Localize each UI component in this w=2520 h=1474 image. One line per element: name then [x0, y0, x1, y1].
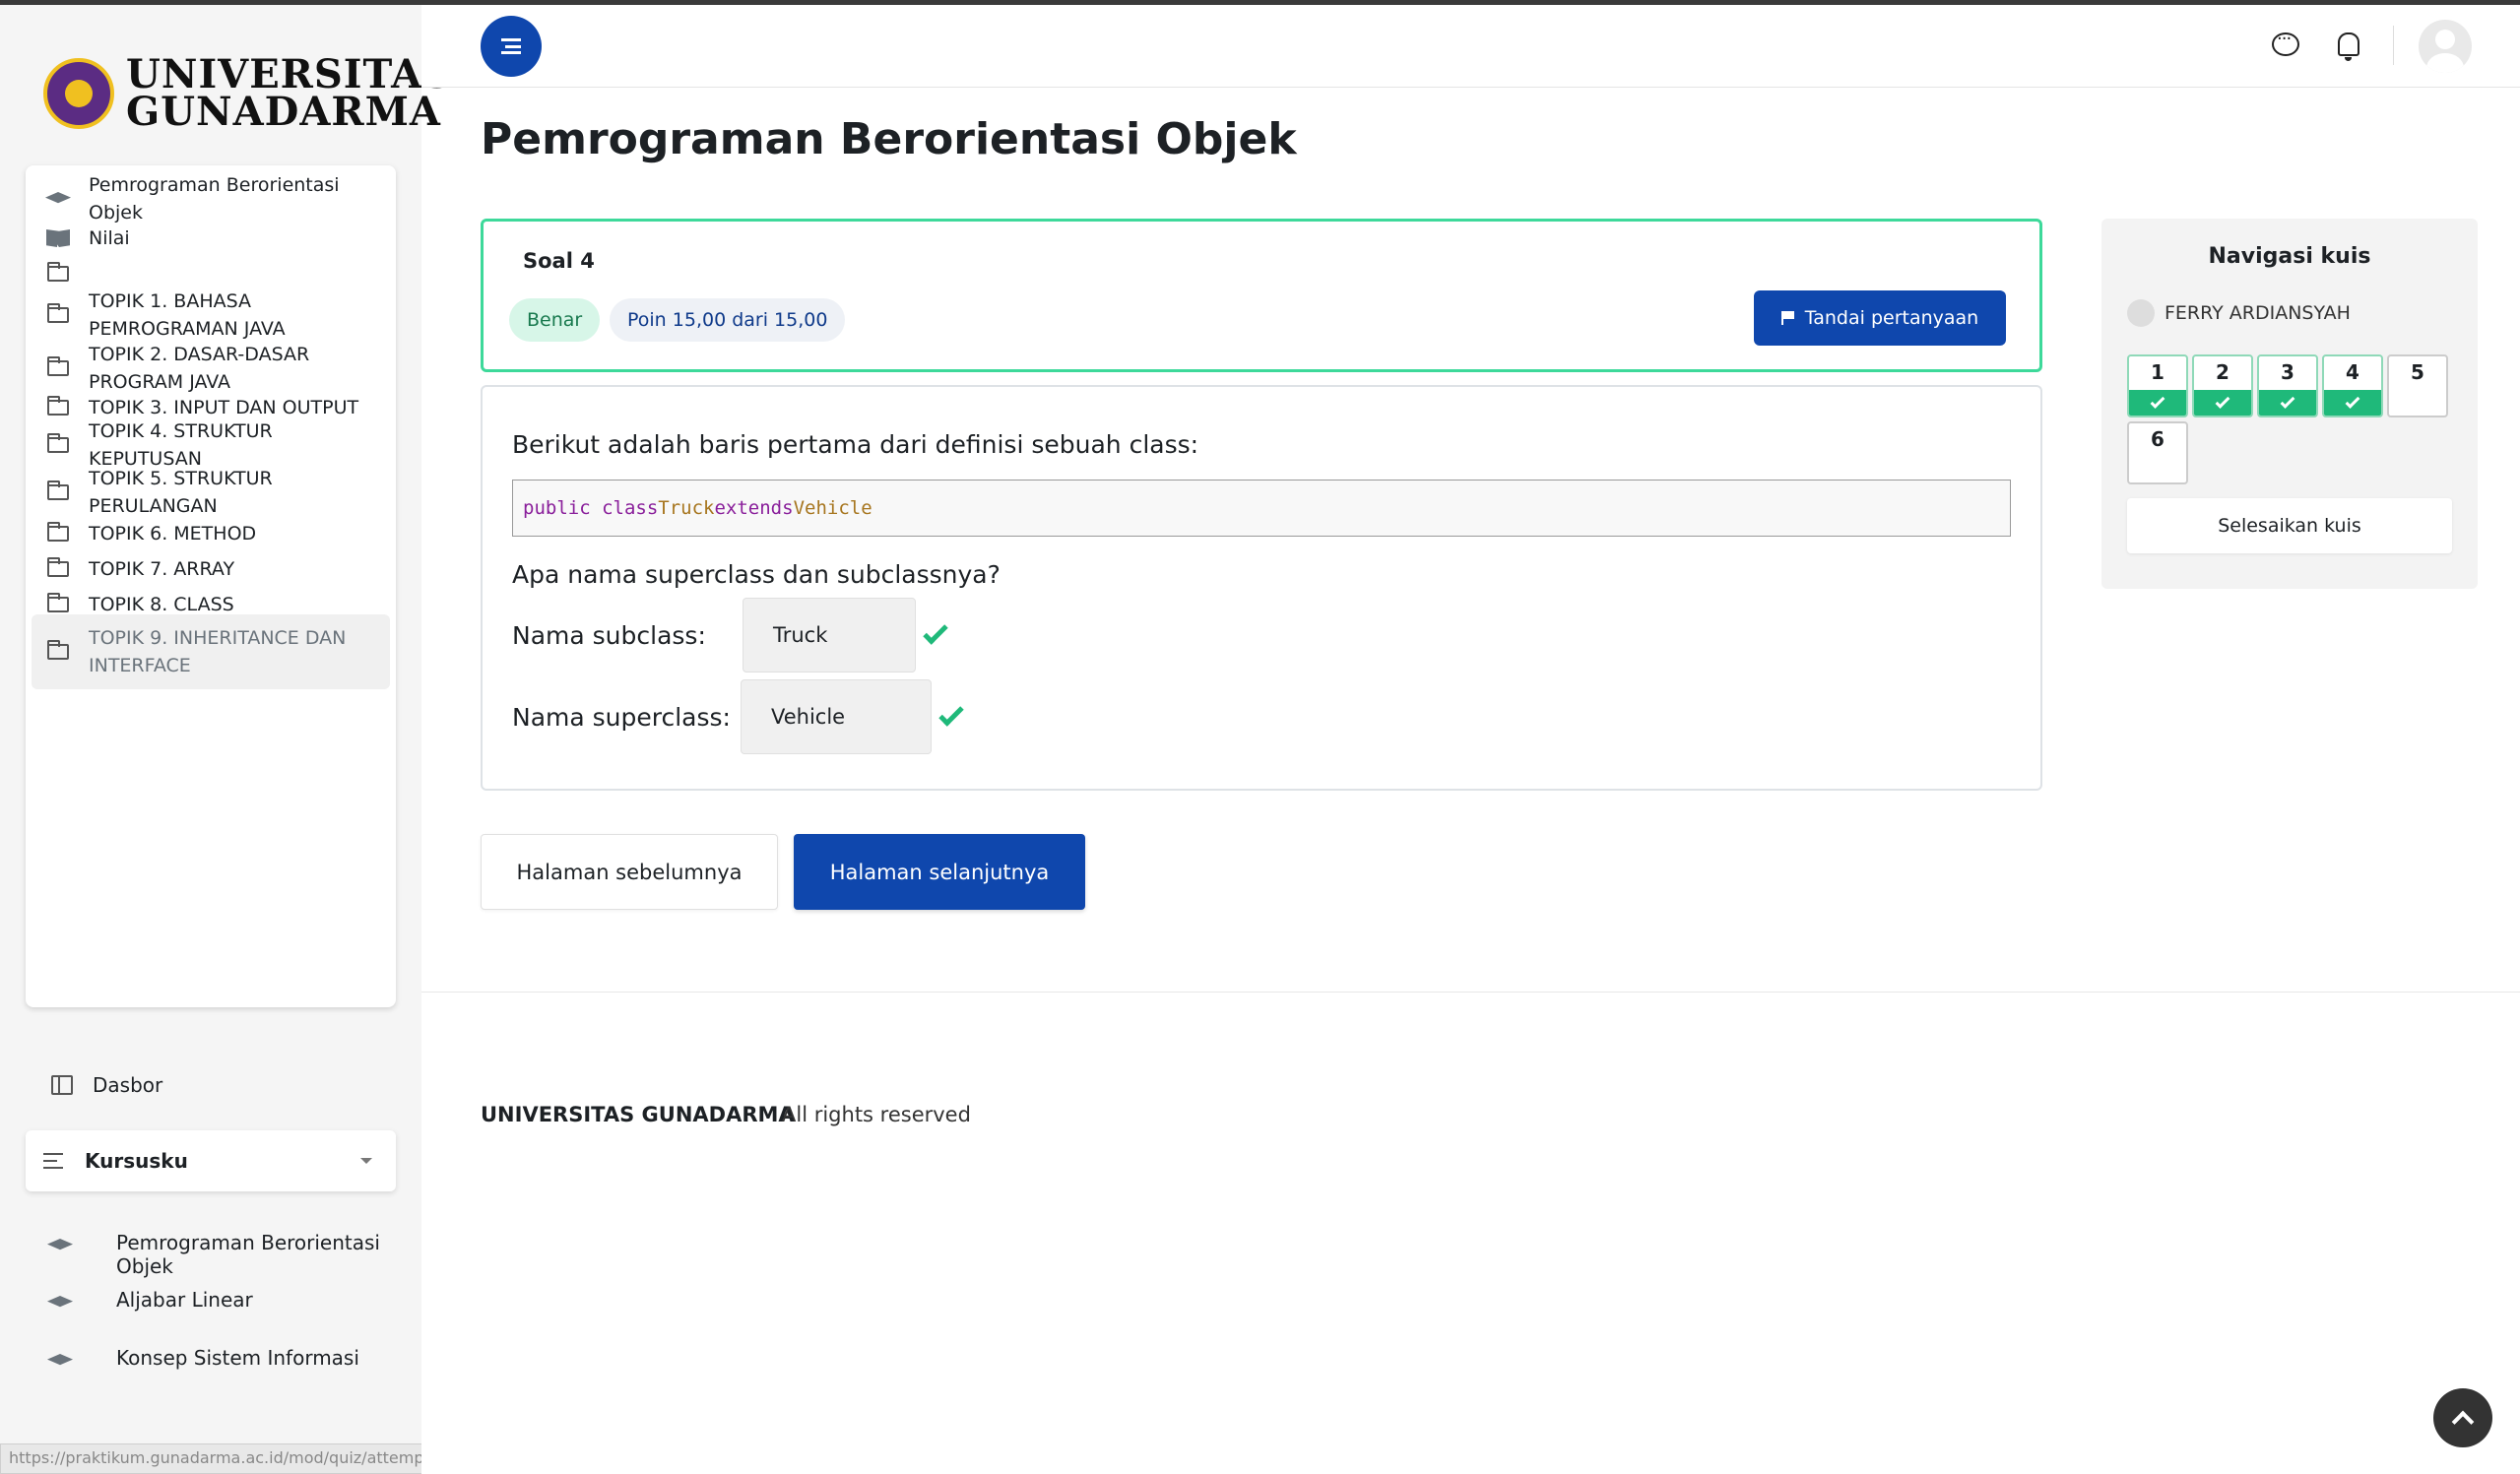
- messages-button[interactable]: [2271, 29, 2300, 59]
- answered-check-icon: [2129, 390, 2186, 416]
- top-header: [421, 5, 2520, 88]
- user-avatar-icon: [2127, 299, 2155, 327]
- folder-icon: [45, 557, 71, 580]
- logo-text: UNIVERSITAS GUNADARMA: [126, 51, 453, 135]
- superclass-answer-field[interactable]: Vehicle: [741, 679, 932, 754]
- sidebar-course-item[interactable]: TOPIK 6. METHOD: [26, 520, 396, 547]
- user-avatar[interactable]: [2419, 20, 2472, 73]
- sidebar-course-item[interactable]: TOPIK 1. BAHASA PEMROGRAMAN JAVA: [26, 289, 396, 341]
- question-number: Soal 4: [523, 249, 595, 273]
- sidebar-course-item[interactable]: TOPIK 7. ARRAY: [26, 555, 396, 583]
- scroll-to-top-button[interactable]: [2433, 1388, 2492, 1447]
- answer-label: Nama subclass:: [512, 620, 706, 650]
- chevron-down-icon: [360, 1158, 372, 1164]
- notifications-button[interactable]: [2334, 30, 2363, 61]
- quiz-user: FERRY ARDIANSYAH: [2127, 299, 2351, 327]
- footer: [421, 992, 2520, 1474]
- sidebar-course-item[interactable]: TOPIK 5. STRUKTUR PERULANGAN: [26, 467, 396, 518]
- quiz-nav-question[interactable]: 3: [2257, 354, 2318, 417]
- sidebar-course-item[interactable]: TOPIK 2. DASAR-DASAR PROGRAM JAVA: [26, 343, 396, 394]
- question-intro: Berikut adalah baris pertama dari defini…: [512, 430, 1199, 459]
- folder-icon: [45, 593, 71, 615]
- previous-page-button[interactable]: Halaman sebelumnya: [481, 834, 778, 910]
- university-logo[interactable]: UNIVERSITAS GUNADARMA: [43, 51, 453, 135]
- quiz-navigation: Navigasi kuis FERRY ARDIANSYAH 12345 6 Se…: [2101, 219, 2478, 589]
- sidebar-course-item[interactable]: Pemrograman Berorientasi Objek: [26, 174, 396, 224]
- chat-icon: [2272, 29, 2299, 56]
- bell-icon: [2338, 32, 2359, 61]
- answer-label: Nama superclass:: [512, 702, 731, 732]
- answer-row-superclass: Nama superclass: Vehicle: [512, 679, 964, 754]
- quiz-nav-question[interactable]: 1: [2127, 354, 2188, 417]
- university-seal-icon: [43, 58, 114, 129]
- question-content: Berikut adalah baris pertama dari defini…: [481, 385, 2042, 791]
- finish-quiz-button[interactable]: Selesaikan kuis: [2127, 498, 2452, 553]
- folder-icon: [45, 481, 71, 503]
- quiz-nav-question[interactable]: 2: [2192, 354, 2253, 417]
- next-page-button[interactable]: Halaman selanjutnya: [794, 834, 1085, 910]
- points-badge: Poin 15,00 dari 15,00: [610, 298, 846, 342]
- quiz-nav-title: Navigasi kuis: [2208, 244, 2371, 269]
- page-title: Pemrograman Berorientasi Objek: [481, 114, 1297, 164]
- answer-row-subclass: Nama subclass: Truck: [512, 598, 948, 673]
- folder-icon: [45, 396, 71, 418]
- folder-icon: [45, 640, 71, 663]
- course-index: Pemrograman Berorientasi Objek Nilai TOPIK…: [26, 165, 396, 1007]
- footer-rights: All rights reserved: [782, 1103, 971, 1126]
- graduation-cap-icon: [47, 1239, 73, 1250]
- graduation-cap-icon: [47, 1354, 73, 1366]
- dashboard-icon: [51, 1075, 73, 1095]
- sidebar-course-item[interactable]: TOPIK 4. STRUKTUR KEPUTUSAN: [26, 420, 396, 470]
- graduation-cap-icon: [45, 188, 71, 210]
- answered-check-icon: [2259, 390, 2316, 416]
- folder-icon: [45, 262, 71, 285]
- sidebar-item-dasbor[interactable]: Dasbor: [51, 1073, 162, 1097]
- folder-icon: [45, 433, 71, 456]
- graduation-cap-icon: [47, 1296, 73, 1308]
- sidebar-course-item[interactable]: [26, 260, 396, 288]
- question-info: Soal 4 Benar Poin 15,00 dari 15,00 Tanda…: [481, 219, 2042, 372]
- sidebar-course-item[interactable]: TOPIK 9. INHERITANCE DAN INTERFACE: [32, 614, 390, 689]
- answered-check-icon: [2194, 390, 2251, 416]
- flag-icon: [1780, 311, 1795, 325]
- answered-check-icon: [2324, 390, 2381, 416]
- sidebar: UNIVERSITAS GUNADARMA Pemrograman Berori…: [0, 5, 451, 1474]
- folder-icon: [45, 356, 71, 379]
- header-divider: [2393, 26, 2394, 65]
- book-icon: [45, 227, 71, 249]
- status-badge: Benar: [509, 298, 601, 342]
- chevron-up-icon: [2451, 1410, 2475, 1434]
- folder-icon: [45, 522, 71, 545]
- quiz-nav-question[interactable]: 5: [2387, 354, 2448, 417]
- correct-check-icon: [923, 619, 948, 645]
- menu-icon: [501, 38, 521, 54]
- footer-brand: UNIVERSITAS GUNADARMA: [481, 1103, 795, 1126]
- sidebar-toggle-button[interactable]: [481, 16, 542, 77]
- quiz-nav-question[interactable]: 4: [2322, 354, 2383, 417]
- code-snippet: public class Truck extends Vehicle: [512, 480, 2011, 537]
- kursusku-dropdown[interactable]: Kursusku: [26, 1130, 396, 1191]
- quiz-nav-question[interactable]: 6: [2127, 421, 2188, 484]
- flag-question-button[interactable]: Tandai pertanyaan: [1754, 290, 2006, 346]
- correct-check-icon: [938, 701, 964, 727]
- folder-icon: [45, 303, 71, 326]
- question-prompt: Apa nama superclass dan subclassnya?: [512, 560, 1001, 589]
- sidebar-course-item[interactable]: Nilai: [26, 224, 396, 252]
- subclass-answer-field[interactable]: Truck: [743, 598, 916, 673]
- list-icon: [43, 1153, 63, 1169]
